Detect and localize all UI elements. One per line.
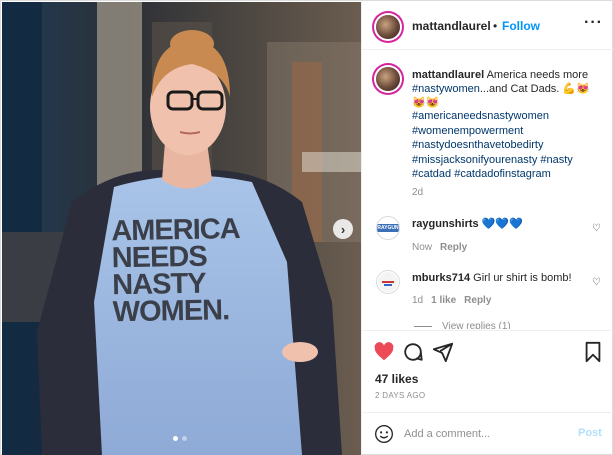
comment-input[interactable] <box>404 425 564 443</box>
post-photo[interactable]: AMERICA NEEDS NASTY WOMEN. › <box>2 2 361 455</box>
next-photo-button[interactable]: › <box>333 219 353 239</box>
hashtag-link[interactable]: #womenempowerment <box>412 124 602 139</box>
hashtag-link[interactable]: #nastydoesnthavetobedirty <box>412 138 602 153</box>
header-username[interactable]: mattandlaurel <box>412 19 491 33</box>
avatar[interactable] <box>376 67 400 91</box>
comment-meta: Now Reply <box>412 242 467 253</box>
comment-likes[interactable]: 1 like <box>431 295 456 306</box>
post-header: mattandlaurel • Follow ··· <box>362 2 613 50</box>
shirt-text: AMERICA NEEDS NASTY WOMEN. <box>111 213 263 329</box>
reply-button[interactable]: Reply <box>440 242 467 253</box>
comment-meta: 1d 1 like Reply <box>412 295 491 306</box>
view-replies-label: View replies (1) <box>442 321 511 329</box>
caption: mattandlaurel America needs more #nastyw… <box>412 68 602 110</box>
follow-button[interactable]: Follow <box>502 19 540 33</box>
avatar-graphic <box>378 272 398 292</box>
paper-plane-icon[interactable] <box>432 341 454 363</box>
hashtag-link[interactable]: #nastywomen <box>412 83 480 95</box>
comment-time: Now <box>412 242 433 253</box>
comment-body: Girl ur shirt is bomb! <box>470 272 572 284</box>
smiley-icon[interactable] <box>374 424 394 444</box>
separator-dot: • <box>493 19 498 33</box>
comment-time: 1d <box>412 295 424 306</box>
carousel-dots <box>173 436 187 441</box>
divider <box>414 326 432 327</box>
heart-outline-icon[interactable]: ♡ <box>592 277 601 288</box>
carousel-dot <box>173 436 178 441</box>
instagram-post: AMERICA NEEDS NASTY WOMEN. › mattandlaur… <box>0 0 613 455</box>
comment-username[interactable]: mburks714 <box>412 272 470 284</box>
caption-username[interactable]: mattandlaurel <box>412 69 484 81</box>
bookmark-icon[interactable] <box>582 341 604 363</box>
comments-section[interactable]: mattandlaurel America needs more #nastyw… <box>362 51 613 329</box>
caption-time: 2d <box>412 187 424 198</box>
view-replies-button[interactable]: View replies (1) <box>414 321 511 329</box>
action-bar: 47 likes 2 DAYS AGO <box>362 330 613 412</box>
add-comment-bar: Post <box>362 412 613 455</box>
raygun-logo: RAYGUN <box>377 224 399 232</box>
comment-body: 💙💙💙 <box>478 218 523 230</box>
reply-button[interactable]: Reply <box>464 295 491 306</box>
shirt-line-4: WOMEN. <box>112 294 230 329</box>
post-button[interactable]: Post <box>578 427 602 439</box>
hashtag-link[interactable]: #catdad #catdadofinstagram <box>412 167 602 182</box>
comment-icon[interactable] <box>402 341 424 363</box>
comment-text: mburks714 Girl ur shirt is bomb! <box>412 271 592 285</box>
heart-outline-icon[interactable]: ♡ <box>592 223 601 234</box>
heart-filled-icon[interactable] <box>373 341 395 363</box>
comment-text: raygunshirts 💙💙💙 <box>412 217 592 231</box>
hashtag-link[interactable]: #americaneedsnastywomen <box>412 109 602 124</box>
caption-text-before: America needs more <box>484 69 589 81</box>
likes-count[interactable]: 47 likes <box>375 372 418 386</box>
carousel-dot <box>182 436 187 441</box>
more-options-icon[interactable]: ··· <box>584 14 603 32</box>
avatar[interactable] <box>376 270 400 294</box>
hashtag-link[interactable]: #missjacksonifyourenasty #nasty <box>412 153 602 168</box>
comment-username[interactable]: raygunshirts <box>412 218 479 230</box>
caption-hashtags: #americaneedsnastywomen #womenempowermen… <box>412 109 602 182</box>
avatar[interactable] <box>376 15 400 39</box>
avatar[interactable]: RAYGUN <box>376 216 400 240</box>
post-date: 2 DAYS AGO <box>375 391 426 400</box>
post-side-panel: mattandlaurel • Follow ··· mattandlaurel… <box>361 2 613 455</box>
chevron-right-icon: › <box>340 221 346 237</box>
